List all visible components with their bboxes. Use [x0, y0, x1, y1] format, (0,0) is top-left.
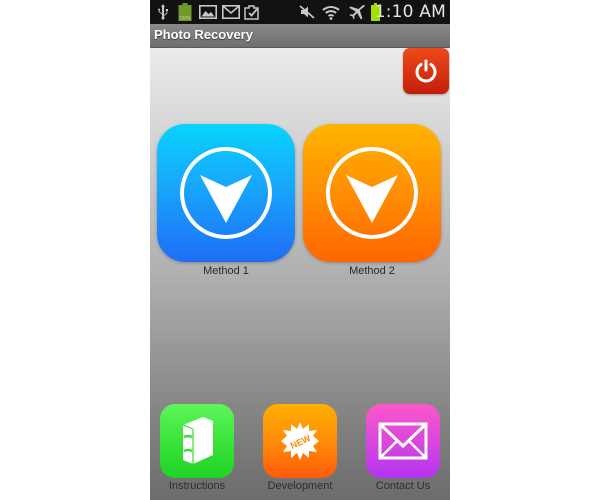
power-button[interactable] [403, 48, 449, 94]
method-2-tile[interactable] [303, 124, 441, 262]
instructions-button[interactable]: Instructions [159, 404, 235, 492]
status-bar: 100% 1:10 AM [150, 0, 450, 24]
contact-us-tile[interactable] [366, 404, 440, 478]
method-1-button[interactable]: Method 1 [157, 124, 295, 277]
clock: 1:10 AM [374, 2, 446, 22]
method-1-tile[interactable] [157, 124, 295, 262]
app-title-bar: Photo Recovery [150, 24, 450, 48]
svg-text:100%: 100% [179, 16, 191, 21]
development-tile[interactable]: NEW [263, 404, 337, 478]
gallery-icon [199, 4, 217, 20]
mail-icon [378, 422, 428, 460]
method-1-label: Method 1 [203, 265, 249, 277]
instructions-tile[interactable] [160, 404, 234, 478]
book-icon [182, 417, 214, 464]
method-2-label: Method 2 [349, 265, 395, 277]
contact-us-button[interactable]: Contact Us [365, 404, 441, 492]
method-2-button[interactable]: Method 2 [303, 124, 441, 277]
development-label: Development [267, 480, 333, 492]
battery-full-icon: 100% [177, 3, 193, 21]
phone-screen: 100% 1:10 AM Photo Recovery Method 1 Met… [150, 0, 450, 500]
chevron-down-circle-icon [180, 147, 272, 239]
contact-us-label: Contact Us [375, 480, 431, 492]
mute-icon [298, 4, 316, 20]
instructions-label: Instructions [168, 480, 226, 492]
gmail-icon [222, 4, 240, 20]
wifi-icon [322, 4, 340, 20]
power-icon [415, 59, 437, 83]
airplane-mode-icon [348, 4, 366, 20]
usb-icon [156, 4, 170, 20]
app-title: Photo Recovery [154, 27, 253, 42]
clipboard-check-icon [244, 4, 262, 20]
main-content: Method 1 Method 2 Instructions NEW Devel… [150, 48, 450, 500]
development-button[interactable]: NEW Development [262, 404, 338, 492]
chevron-down-circle-icon [326, 147, 418, 239]
new-badge-icon: NEW [281, 422, 319, 460]
